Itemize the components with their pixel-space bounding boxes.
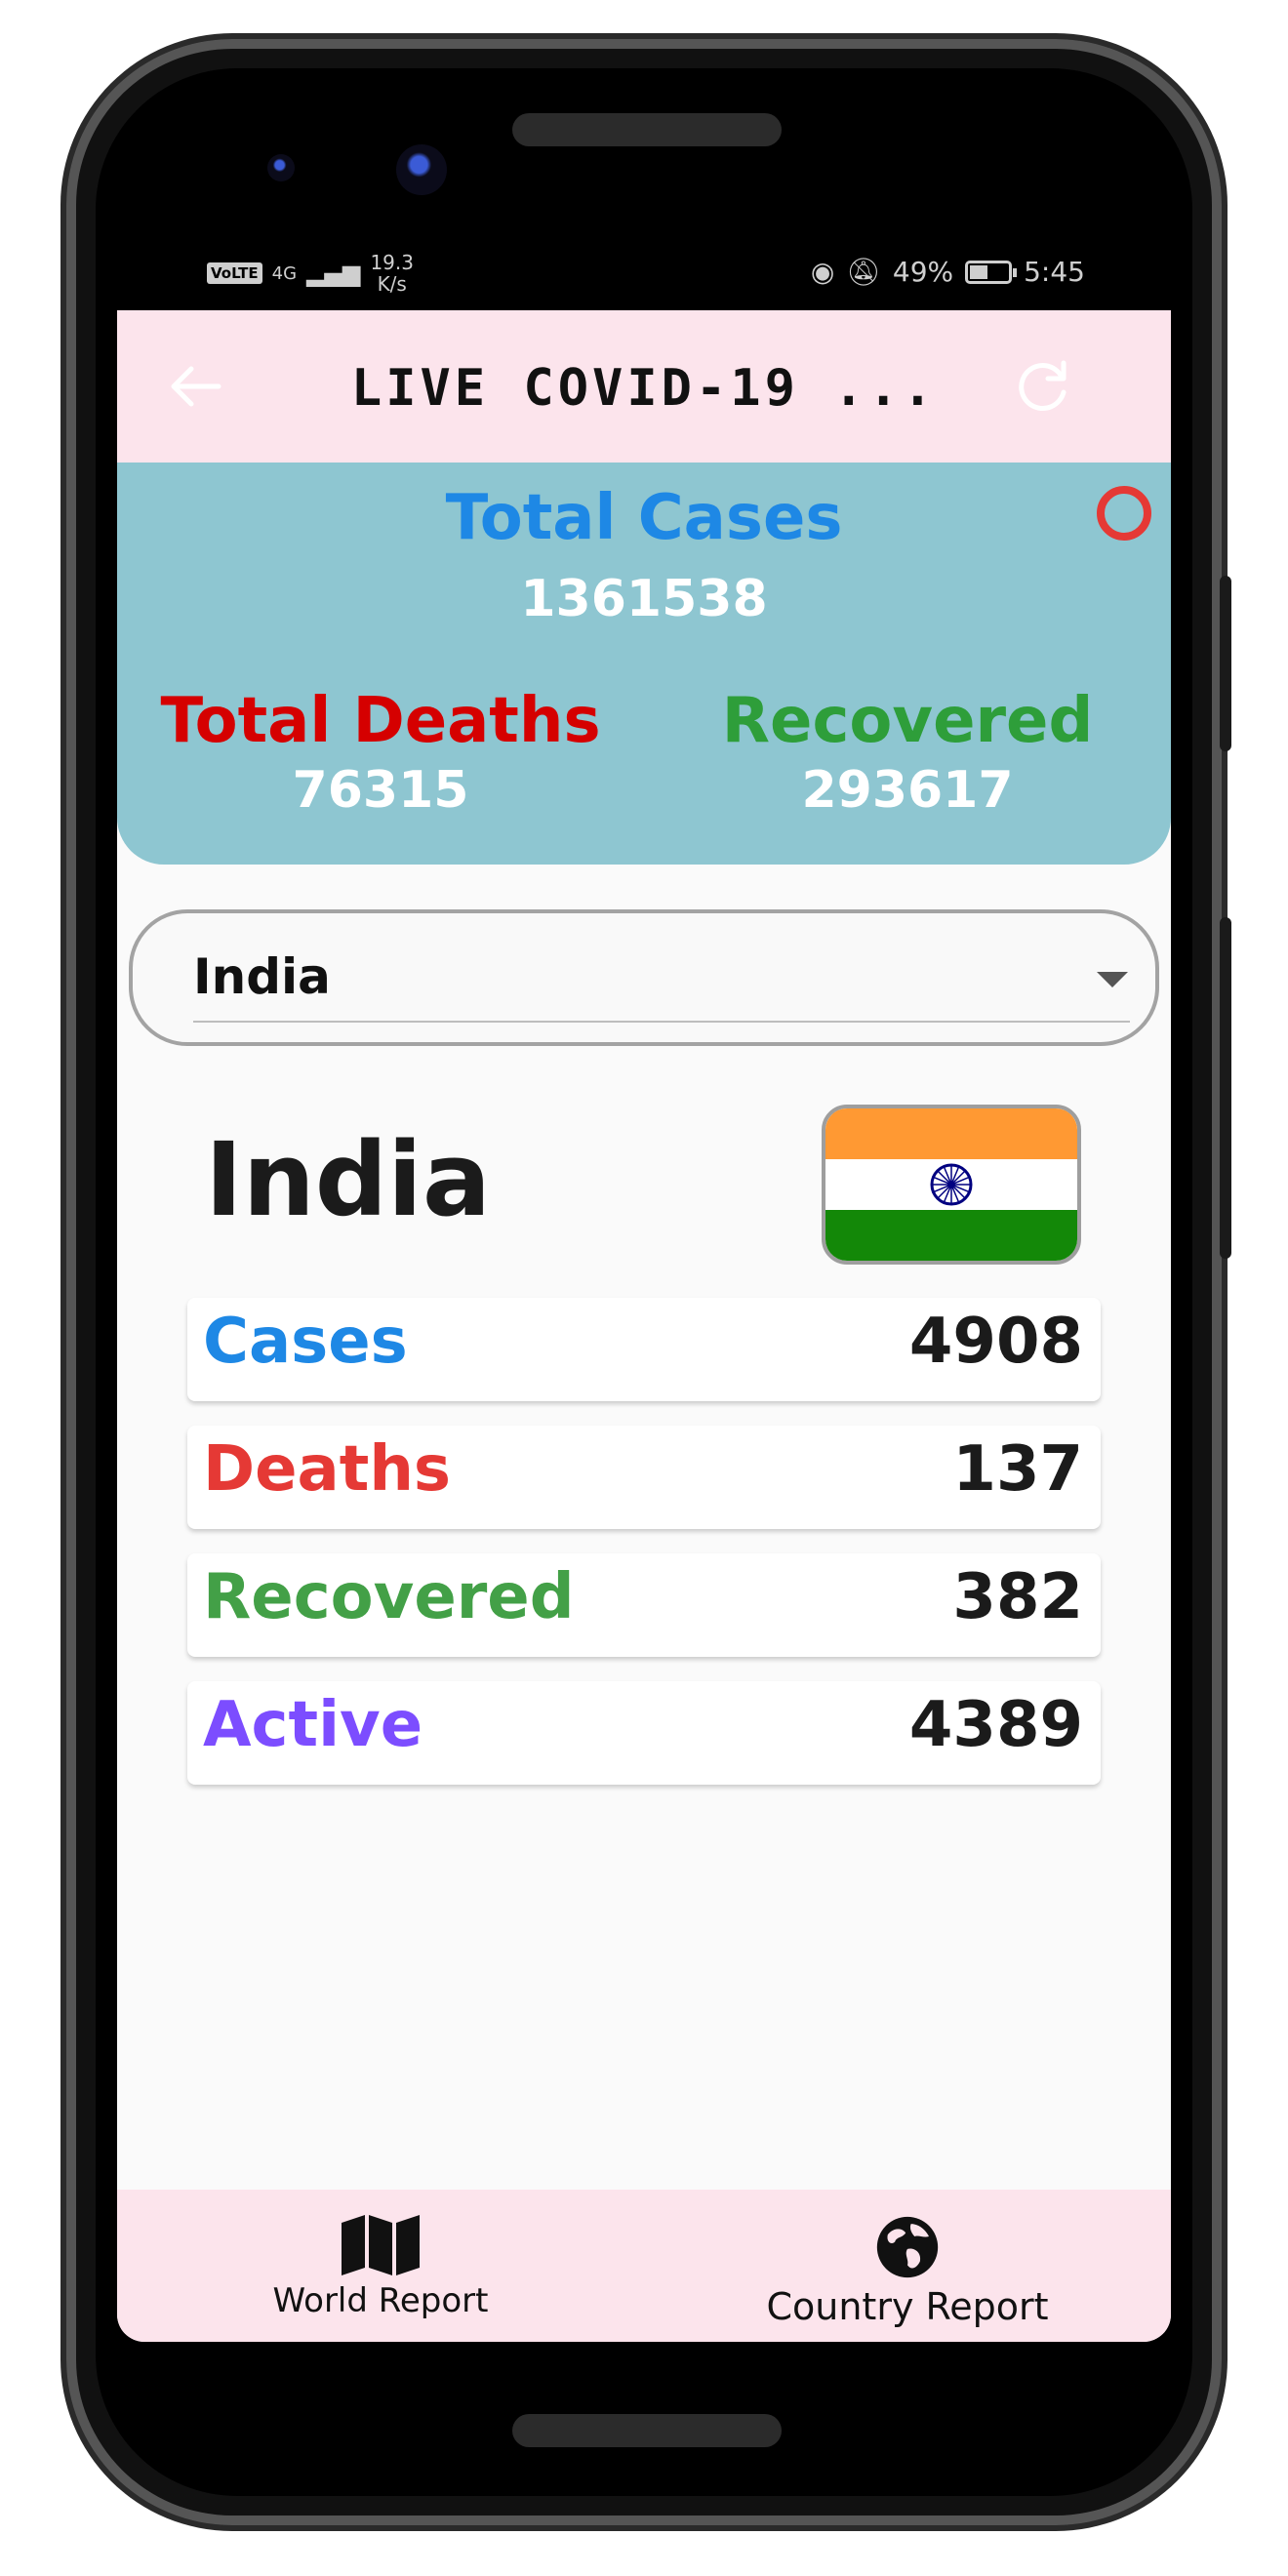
india-flag-icon <box>822 1105 1081 1265</box>
stat-card-deaths: Deaths 137 <box>187 1426 1101 1529</box>
stat-label-cases: Cases <box>203 1306 408 1378</box>
stat-label-recovered: Recovered <box>203 1561 575 1633</box>
stat-label-active: Active <box>203 1689 423 1761</box>
app-screen: LIVE COVID-19 ... Total Cases 1361538 To… <box>117 310 1171 2342</box>
stat-value-cases: 4908 <box>908 1306 1083 1378</box>
signal-icon: ▂▄▆ <box>306 260 361 287</box>
total-deaths-value: 76315 <box>292 761 469 820</box>
globe-icon <box>876 2216 939 2278</box>
country-heading: India <box>205 1120 492 1239</box>
battery-icon <box>965 260 1018 284</box>
ashoka-chakra-icon <box>930 1163 973 1206</box>
total-cases-value: 1361538 <box>520 570 768 628</box>
status-bar: VoLTE 4G ▂▄▆ 19.3 K/s ◉ 🔕︎ 49% 5:45 <box>117 244 1171 302</box>
total-cases-label: Total Cases <box>445 482 843 554</box>
dropdown-underline <box>193 1021 1130 1023</box>
total-deaths-block: Total Deaths 76315 <box>146 685 615 820</box>
speed-value: 19.3 <box>370 251 414 274</box>
country-dropdown-value: India <box>193 948 331 1005</box>
clock: 5:45 <box>1024 256 1085 288</box>
status-bar-right: ◉ 🔕︎ 49% 5:45 <box>811 256 1085 288</box>
nav-world-report-label: World Report <box>272 2281 489 2320</box>
app-title: LIVE COVID-19 ... <box>350 359 938 418</box>
battery-percent: 49% <box>892 256 954 288</box>
total-deaths-label: Total Deaths <box>160 685 601 757</box>
nav-country-report[interactable]: Country Report <box>644 2215 1171 2328</box>
loading-spinner-icon <box>1097 486 1151 541</box>
nav-country-report-label: Country Report <box>766 2285 1049 2328</box>
recovered-block: Recovered 293617 <box>673 685 1142 820</box>
map-icon <box>342 2215 420 2275</box>
country-dropdown[interactable]: India <box>129 909 1159 1046</box>
eye-icon: ◉ <box>810 256 835 288</box>
volte-badge: VoLTE <box>207 262 262 284</box>
stat-card-cases: Cases 4908 <box>187 1298 1101 1401</box>
stat-label-deaths: Deaths <box>203 1433 451 1506</box>
refresh-icon[interactable] <box>1015 357 1073 416</box>
bottom-speaker <box>512 2414 782 2447</box>
front-camera-left <box>267 154 295 181</box>
recovered-label: Recovered <box>721 685 1094 757</box>
app-bar: LIVE COVID-19 ... <box>117 310 1171 463</box>
recovered-value: 293617 <box>801 761 1014 820</box>
bell-off-icon: 🔕︎ <box>846 256 881 288</box>
nav-world-report[interactable]: World Report <box>117 2215 644 2320</box>
bottom-navigation: World Report Country Report <box>117 2190 1171 2342</box>
volume-button <box>1220 576 1231 751</box>
stat-value-active: 4389 <box>908 1689 1083 1761</box>
world-summary-card: Total Cases 1361538 Total Deaths 76315 R… <box>117 463 1171 865</box>
stat-value-recovered: 382 <box>952 1561 1083 1633</box>
stat-card-recovered: Recovered 382 <box>187 1553 1101 1657</box>
signal-label: 4G <box>271 262 298 284</box>
speed-unit: K/s <box>377 272 407 296</box>
status-bar-left: VoLTE 4G ▂▄▆ 19.3 K/s <box>207 252 414 295</box>
stat-card-active: Active 4389 <box>187 1681 1101 1785</box>
dropdown-caret-icon[interactable] <box>1097 972 1128 987</box>
earpiece-speaker <box>512 113 782 146</box>
stat-value-deaths: 137 <box>952 1433 1083 1506</box>
network-speed: 19.3 K/s <box>370 252 414 295</box>
power-button <box>1220 917 1231 1259</box>
front-camera-right <box>396 144 447 195</box>
